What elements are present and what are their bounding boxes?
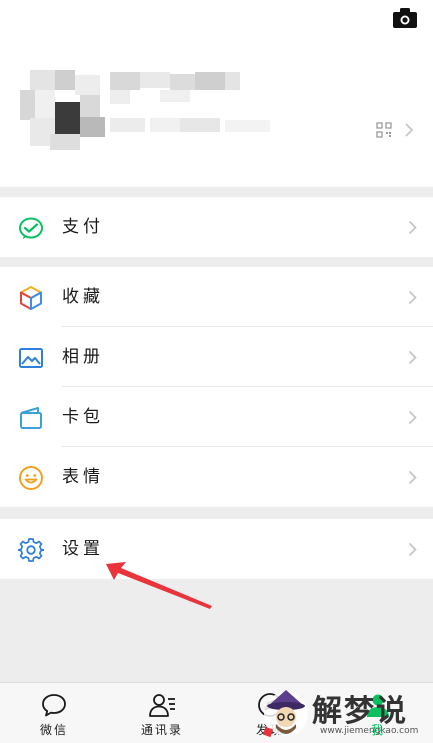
tab-label: 通讯录 <box>140 723 183 737</box>
contacts-icon <box>149 694 175 717</box>
watermark-url: www.jiemengkao.com <box>320 726 419 736</box>
chevron-right-icon <box>408 220 417 235</box>
chevron-right-icon <box>408 470 417 485</box>
menu-item-label: 卡包 <box>62 407 104 427</box>
wallet-icon <box>20 407 42 429</box>
menu-item-label: 相册 <box>62 347 104 367</box>
cube-icon <box>20 286 42 310</box>
menu-group-pay: 支付 <box>0 197 433 257</box>
chevron-right-icon <box>408 350 417 365</box>
menu-group-main: 收藏 相册 卡包 表情 <box>0 267 433 507</box>
tab-label: 微信 <box>39 723 68 737</box>
menu-item-label: 设置 <box>62 539 104 559</box>
tab-chats[interactable]: 微信 <box>9 683 99 743</box>
profile-header[interactable] <box>0 0 433 187</box>
avatar[interactable] <box>20 70 110 150</box>
annotation-arrow <box>106 562 212 609</box>
smiley-icon <box>19 466 43 490</box>
chat-bubble-icon <box>42 694 66 717</box>
gear-icon <box>18 538 44 562</box>
chevron-right-icon <box>405 123 414 137</box>
menu-item-cards[interactable]: 卡包 <box>0 387 433 447</box>
chevron-right-icon <box>408 542 417 557</box>
watermark-title: 解梦说 <box>312 694 408 729</box>
chevron-right-icon <box>408 290 417 305</box>
menu-item-pay[interactable]: 支付 <box>0 197 433 257</box>
camera-icon[interactable] <box>392 7 418 29</box>
menu-item-label: 支付 <box>62 217 104 237</box>
image-icon <box>19 348 43 368</box>
menu-item-label: 表情 <box>62 467 104 487</box>
chevron-right-icon <box>408 410 417 425</box>
wechat-pay-icon <box>19 217 43 239</box>
menu-item-album[interactable]: 相册 <box>0 327 433 387</box>
profile-name-blurred <box>110 72 270 132</box>
tab-contacts[interactable]: 通讯录 <box>117 683 207 743</box>
menu-item-label: 收藏 <box>62 287 104 307</box>
menu-item-favorites[interactable]: 收藏 <box>0 267 433 327</box>
qr-code-icon[interactable] <box>376 122 392 138</box>
menu-item-stickers[interactable]: 表情 <box>0 447 433 507</box>
